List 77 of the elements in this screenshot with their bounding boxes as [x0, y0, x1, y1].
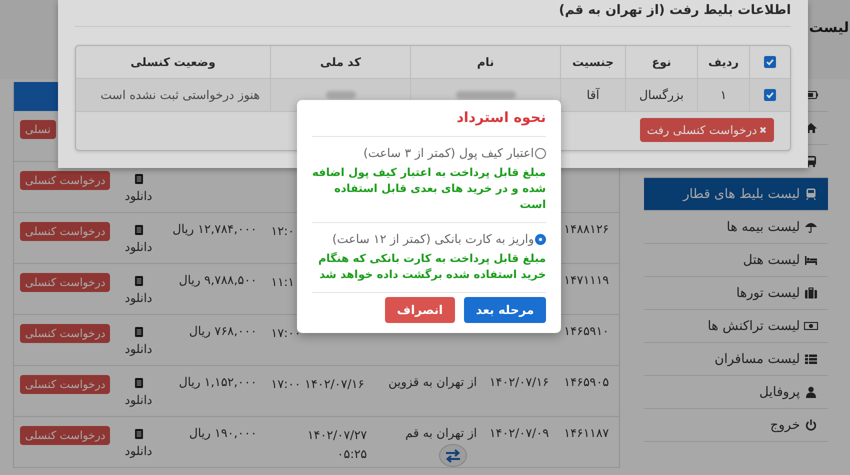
download-link[interactable]: دانلود: [124, 189, 152, 203]
price-cell: ۱,۱۵۲,۰۰۰ ریال: [178, 375, 257, 389]
suitcase-icon: [804, 287, 818, 299]
column-header: نوع: [652, 55, 672, 69]
sidebar-item[interactable]: پروفایل: [644, 376, 828, 409]
dialog-title: اطلاعات بلیط رفت (از تهران به قم): [75, 0, 791, 27]
user-icon: [804, 386, 818, 398]
option-label[interactable]: اعتبار کیف پول (کمتر از ۳ ساعت): [363, 146, 534, 160]
download-link[interactable]: دانلود: [124, 444, 152, 458]
bed-icon: [804, 254, 818, 266]
document-icon[interactable]: [134, 225, 142, 235]
document-icon[interactable]: [134, 327, 142, 337]
swap-button[interactable]: [439, 444, 467, 467]
ticket-id: ۱۴۷۱۱۱۹: [564, 273, 609, 287]
column-header: ردیف: [708, 55, 739, 69]
list-icon: [804, 353, 818, 365]
sidebar-item[interactable]: لیست تورها: [644, 277, 828, 310]
dialog-title: نحوه استرداد: [312, 110, 546, 137]
radio-button[interactable]: [535, 148, 546, 158]
ticket-id: ۱۴۸۸۱۲۶: [564, 222, 609, 236]
next-button[interactable]: مرحله بعد: [464, 297, 546, 323]
train-icon: [804, 188, 818, 200]
document-icon[interactable]: [134, 429, 142, 439]
download-link[interactable]: دانلود: [124, 342, 152, 356]
option-description: مبلغ قابل پرداخت به کارت بانکی که هنگام خرید استفاده شده برگشت داده خواهد شد: [317, 251, 546, 283]
departure-time: ۱۴۰۲/۰۷/۱۶ ۱۷:۰۰: [271, 376, 364, 393]
price-cell: ۱۲,۷۸۴,۰۰۰ ریال: [172, 222, 257, 236]
download-link[interactable]: دانلود: [124, 291, 152, 305]
table-cell: بزرگسال: [639, 88, 684, 102]
sidebar-item[interactable]: لیست مسافران: [644, 343, 828, 376]
price-cell: ۱۹۰,۰۰۰ ریال: [189, 426, 257, 440]
select-all-checkbox[interactable]: [764, 56, 776, 68]
price-cell: ۷۶۸,۰۰۰ ریال: [189, 324, 257, 338]
departure-time: ۱۴۰۲/۰۷/۲۷: [307, 427, 367, 444]
departure-time: ۱۱:۱: [271, 274, 294, 291]
document-icon[interactable]: [134, 378, 142, 388]
page-title: لیست: [808, 20, 849, 36]
sidebar-item[interactable]: خروج: [644, 409, 828, 442]
passenger-checkbox[interactable]: [764, 89, 776, 101]
radio-button[interactable]: [535, 234, 546, 244]
route-cell: از تهران به قزوین: [388, 375, 477, 389]
blurred-text: [326, 91, 356, 99]
table-cell: هنوز درخواستی ثبت نشده است: [100, 88, 260, 102]
ticket-id: ۱۴۶۱۱۸۷: [564, 426, 609, 440]
download-link[interactable]: دانلود: [124, 240, 152, 254]
document-icon[interactable]: [134, 174, 142, 184]
cross-icon: [759, 126, 767, 134]
option-description: مبلغ قابل پرداخت به اعتبار کیف پول اضافه شده و در خرید های بعدی قابل استفاده است: [312, 165, 546, 213]
sidebar-item[interactable]: لیست بلیط های قطار: [644, 178, 828, 211]
power-icon: [804, 419, 818, 431]
sidebar-item[interactable]: لیست هتل: [644, 244, 828, 277]
option-label[interactable]: واریز به کارت بانکی (کمتر از ۱۲ ساعت): [332, 232, 534, 246]
blurred-text: [456, 91, 516, 99]
cancel-button[interactable]: انصراف: [384, 297, 455, 323]
ticket-id: ۱۴۶۵۹۰۵: [564, 375, 609, 389]
download-link[interactable]: دانلود: [124, 393, 152, 407]
table-cell: ۱: [720, 88, 727, 102]
departure-time: ۰۵:۲۵: [337, 446, 367, 463]
column-header: وضعیت کنسلی: [130, 55, 216, 69]
column-header: نام: [476, 55, 494, 69]
departure-time: ۱۲:۰: [271, 223, 294, 240]
column-header: کد ملی: [320, 55, 361, 69]
swap-arrows-icon: [445, 448, 461, 462]
sidebar-item[interactable]: لیست بیمه ها: [644, 211, 828, 244]
cancel-trip-button[interactable]: درخواست کنسلی رفت: [640, 118, 774, 142]
table-cell: آقا: [586, 88, 600, 102]
umbrella-icon: [804, 221, 818, 233]
ticket-id: ۱۴۶۵۹۱۰: [564, 324, 609, 338]
route-cell: از تهران به قم: [405, 426, 477, 440]
date-cell: ۱۴۰۲/۰۷/۰۹: [489, 426, 549, 440]
date-cell: ۱۴۰۲/۰۷/۱۶: [489, 375, 549, 389]
departure-time: ۱۷:۰۰: [271, 325, 301, 342]
price-cell: ۹,۷۸۸,۵۰۰ ریال: [178, 273, 257, 287]
banknote-icon: [804, 320, 818, 332]
column-header: جنسیت: [572, 55, 614, 69]
sidebar-item[interactable]: لیست تراکنش ها: [644, 310, 828, 343]
document-icon[interactable]: [134, 276, 142, 286]
